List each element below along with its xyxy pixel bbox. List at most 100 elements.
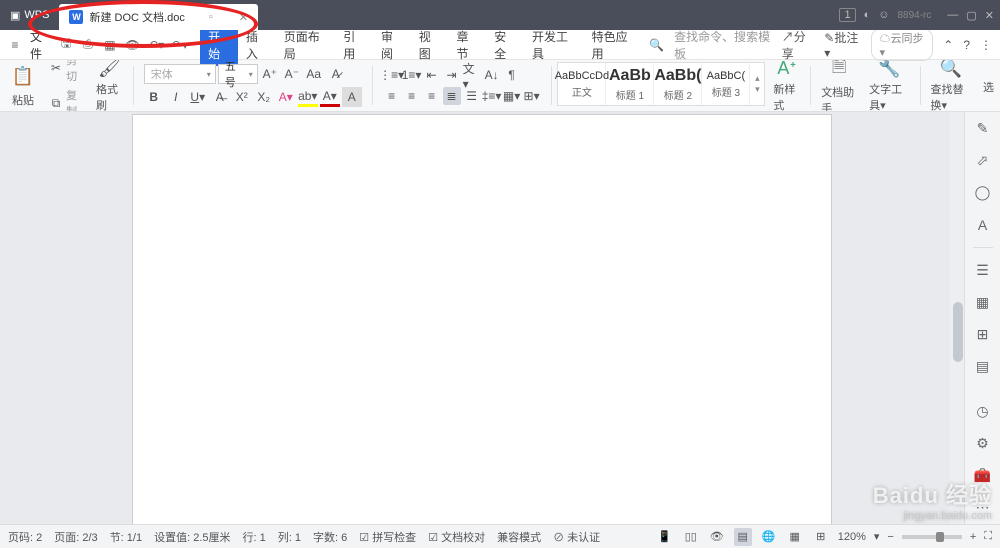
style-gallery-more[interactable]: ▴▾ [750,73,764,95]
align-justify-icon[interactable]: ≣ [443,87,461,105]
view-phone-icon[interactable]: 📱 [656,528,674,546]
scrollbar-track[interactable] [950,112,964,524]
superscript-icon[interactable]: X² [232,87,252,107]
properties-icon[interactable]: ▦ [972,292,994,312]
numbering-icon[interactable]: 1≡▾ [403,66,421,84]
page-no[interactable]: 页码: 2 [8,529,42,545]
layers-icon[interactable]: ▤ [972,357,994,377]
thumbnails-icon[interactable]: ⊞ [972,325,994,345]
italic-icon[interactable]: I [166,87,186,107]
select-group[interactable]: 选 [979,62,994,109]
select-tool-icon[interactable]: ⬀ [972,150,994,170]
borders-icon[interactable]: ⊞▾ [523,87,541,105]
section[interactable]: 节: 1/1 [110,529,142,545]
search-icon[interactable]: 🔍 [649,38,664,52]
doc-helper-group[interactable]: 🗎 文档助手 [817,62,861,109]
increase-indent-icon[interactable]: ⇥ [443,66,461,84]
cut-icon[interactable]: ✂ [48,60,64,78]
tab-overflow-icon[interactable]: ▫ [209,11,213,23]
highlight-icon[interactable]: ab▾ [298,87,318,107]
underline-icon[interactable]: U▾ [188,87,208,107]
paste-group[interactable]: 📋 粘贴 [6,62,40,109]
zoom-in-icon[interactable]: + [970,531,976,543]
feedback-icon[interactable]: ☺ [878,9,889,21]
style-item-1[interactable]: AaBb标题 1 [606,63,654,105]
strikethrough-icon[interactable]: A̶ [210,87,230,107]
view-outline-icon[interactable]: ▦ [786,528,804,546]
annotate-button[interactable]: ✎批注▾ [824,29,860,60]
font-color-icon[interactable]: A▾ [320,87,340,107]
clear-format-icon[interactable]: A̷ [326,64,346,84]
spellcheck-toggle[interactable]: ☑ 拼写检查 [359,529,416,545]
view-print-icon[interactable]: ▤ [734,528,752,546]
settings-icon[interactable]: ⚙ [972,433,994,453]
view-web-icon[interactable]: 🌐 [760,528,778,546]
align-distribute-icon[interactable]: ☰ [463,87,481,105]
fullscreen-icon[interactable]: ⛶ [984,530,992,543]
decrease-indent-icon[interactable]: ⇤ [423,66,441,84]
minimize-icon[interactable]: — [947,9,958,21]
preview-icon[interactable]: 👁 [125,37,140,53]
skin-icon[interactable]: ◐ [864,9,871,21]
change-case-icon[interactable]: Aa [304,64,324,84]
clock-icon[interactable]: ◷ [972,401,994,421]
document-page[interactable] [132,114,832,524]
subscript-icon[interactable]: X₂ [254,87,274,107]
copy-icon[interactable]: ⧉ [48,93,64,112]
style-item-0[interactable]: AaBbCcDd正文 [558,63,606,105]
style-item-3[interactable]: AaBbC(标题 3 [702,63,750,105]
collapse-ribbon-icon[interactable]: ⌃ [943,38,953,52]
align-center-icon[interactable]: ≡ [403,87,421,105]
find-replace-group[interactable]: 🔍 查找替换▾ [926,62,975,109]
text-tools-group[interactable]: 🔧 文字工具▾ [865,62,914,109]
print-preview-icon[interactable]: ▦ [103,37,117,53]
style-item-2[interactable]: AaBb(标题 2 [654,63,702,105]
set-value[interactable]: 设置值: 2.5厘米 [154,529,230,545]
toolbox-icon[interactable]: 🧰 [972,466,994,486]
align-left-icon[interactable]: ≡ [383,87,401,105]
more-icon[interactable]: ⋮ [980,38,992,52]
maximize-icon[interactable]: ▢ [966,9,976,22]
increase-font-icon[interactable]: A⁺ [260,64,280,84]
share-button[interactable]: ↗分享 [782,28,815,62]
print-icon[interactable]: ⎙ [81,37,95,53]
more-tools-icon[interactable]: ⋯ [972,498,994,518]
zoom-out-icon[interactable]: − [887,531,893,543]
close-icon[interactable]: ✕ [239,11,248,24]
outline-icon[interactable]: ☰ [972,260,994,280]
text-effect-icon[interactable]: A▾ [276,87,296,107]
new-style-group[interactable]: Aᐩ 新样式 [769,62,804,109]
text-direction-icon[interactable]: 文▾ [463,66,481,84]
show-marks-icon[interactable]: ¶ [503,66,521,84]
redo-icon[interactable]: ↷▾ [172,37,188,53]
scrollbar-thumb[interactable] [953,302,963,362]
undo-icon[interactable]: ↶▾ [148,37,164,53]
view-grid-icon[interactable]: ⊞ [812,528,830,546]
cloud-sync-button[interactable]: ☁云同步▾ [871,28,934,61]
pencil-icon[interactable]: ✎ [972,118,994,138]
auth-status[interactable]: ⊘ 未认证 [553,529,600,545]
shading-icon[interactable]: ▦▾ [503,87,521,105]
sort-icon[interactable]: A↓ [483,66,501,84]
document-tab[interactable]: W 新建 DOC 文档.doc ▫ ✕ [59,4,257,30]
col[interactable]: 列: 1 [278,529,301,545]
font-name-select[interactable]: 宋体 [144,64,216,84]
font-size-select[interactable]: 五号 [218,64,258,84]
zoom-slider[interactable] [902,535,962,539]
decrease-font-icon[interactable]: A⁻ [282,64,302,84]
help-icon[interactable]: ? [963,38,970,52]
chars[interactable]: 字数: 6 [313,529,347,545]
shapes-icon[interactable]: ◯ [972,183,994,203]
app-menu-icon[interactable]: ≡ [8,37,22,53]
zoom-level[interactable]: 120% [838,531,866,543]
char-shading-icon[interactable]: A [342,87,362,107]
format-painter-group[interactable]: 🖌 格式刷 [92,62,127,109]
view-book-icon[interactable]: ▯▯ [682,528,700,546]
view-read-icon[interactable]: 👁 [708,528,726,546]
align-right-icon[interactable]: ≡ [423,87,441,105]
line-spacing-icon[interactable]: ‡≡▾ [483,87,501,105]
pages[interactable]: 页面: 2/3 [54,529,97,545]
close-window-icon[interactable]: ✕ [985,9,994,22]
save-icon[interactable]: 🖫 [59,37,73,53]
file-menu[interactable]: 文件 [30,28,51,62]
